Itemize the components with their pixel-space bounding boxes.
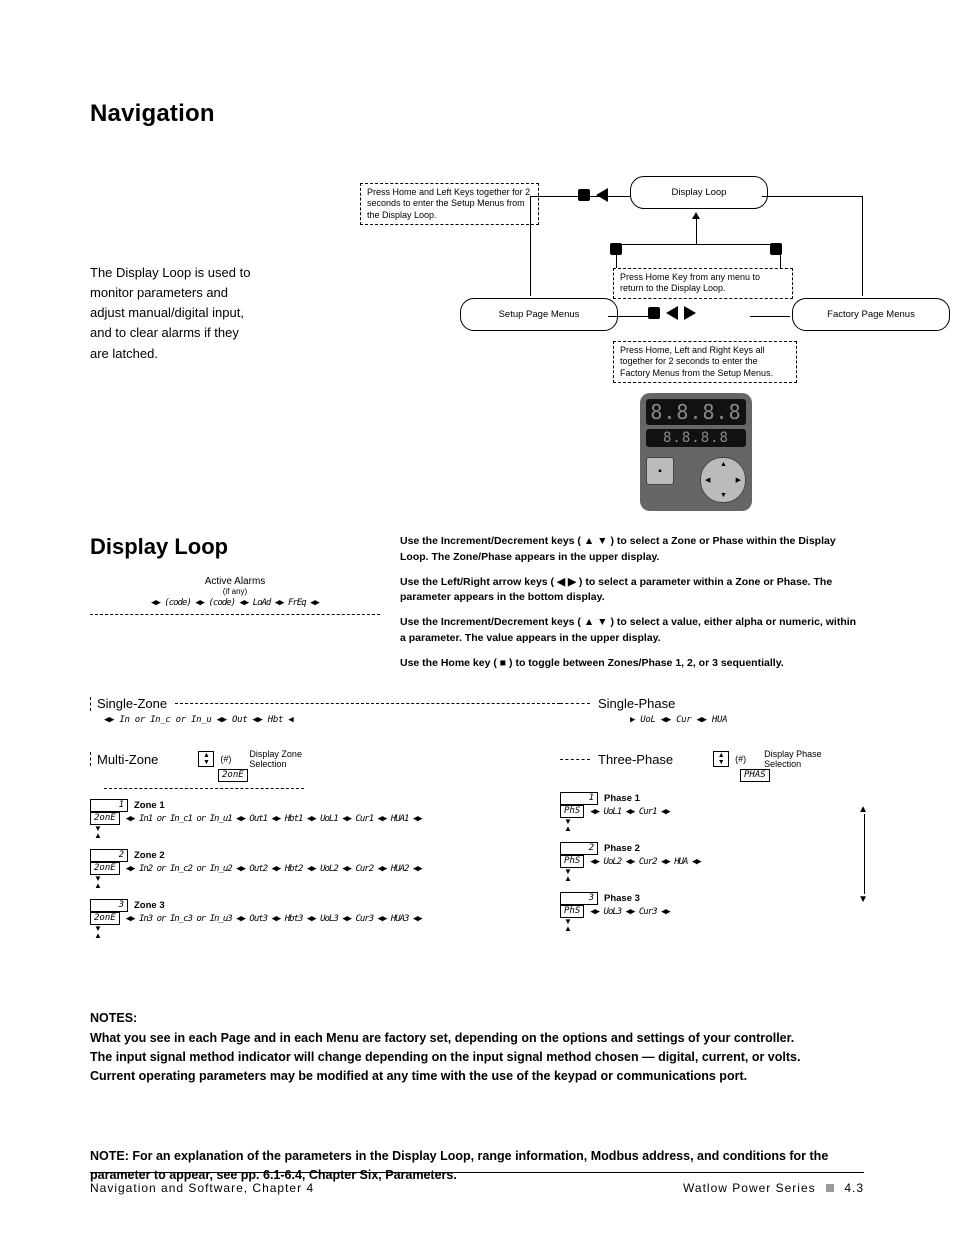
note-box-1: Press Home and Left Keys together for 2 … xyxy=(360,183,539,225)
heading-navigation: Navigation xyxy=(90,100,864,128)
zone-seg: 2onE xyxy=(218,769,248,782)
box-setup: Setup Page Menus xyxy=(460,298,618,331)
label-multi-zone: Multi-Zone xyxy=(97,752,158,767)
intro-text: The Display Loop is used to monitor para… xyxy=(90,263,260,518)
device-dpad: ▲ ▼ ◀ ▶ xyxy=(700,457,746,503)
device-upper-display: 8.8.8.8 xyxy=(646,399,746,425)
phase-row-1: 1Phase 1PhS◀▶ UoL1 ◀▶ Cur1 ◀▶▼▲ xyxy=(560,792,864,832)
updown-icon: ▼▲ xyxy=(94,825,560,839)
device-illustration: 8.8.8.8 8.8.8.8 ▪ ▲ ▼ ◀ ▶ xyxy=(640,393,752,511)
row-label: Phase 1 xyxy=(604,793,640,804)
footer-page: 4.3 xyxy=(844,1181,864,1195)
note-box-3: Press Home, Left and Right Keys all toge… xyxy=(613,341,797,383)
down-arrow-icon: ▼ xyxy=(858,894,868,905)
row-label: Zone 2 xyxy=(134,850,165,861)
updown-icon: ▼▲ xyxy=(564,918,864,932)
seg-number: 3 xyxy=(90,899,128,912)
row-label: Zone 3 xyxy=(134,900,165,911)
single-zone-params: ◀▶ In or In_c or In_u ◀▶ Out ◀▶ Hbt ◀ xyxy=(104,715,560,725)
param-row: ◀▶ UoL1 ◀▶ Cur1 ◀▶ xyxy=(590,807,670,817)
phase-seg: PHAS xyxy=(740,769,770,782)
label-single-zone: Single-Zone xyxy=(97,696,167,711)
nav-diagram: Press Home and Left Keys together for 2 … xyxy=(260,158,864,518)
instruction-4: Use the Home key ( ■ ) to toggle between… xyxy=(400,656,864,672)
keys-home-left xyxy=(578,188,608,202)
footer-left: Navigation and Software, Chapter 4 xyxy=(90,1181,314,1195)
updown-icon: ▼▲ xyxy=(94,875,560,889)
updown-icon: ▲▼ xyxy=(713,751,729,767)
page: Navigation The Display Loop is used to m… xyxy=(0,0,954,1235)
display-zone-sel: Display Zone Selection xyxy=(249,749,302,769)
row-label: Zone 1 xyxy=(134,800,165,811)
instruction-2: Use the Left/Right arrow keys ( ◀ ▶ ) to… xyxy=(400,575,864,607)
updown-icon: ▼▲ xyxy=(564,818,864,832)
param-row: ◀▶ In1 or In_c1 or In_u1 ◀▶ Out1 ◀▶ Hbt1… xyxy=(126,814,422,824)
instruction-3: Use the Increment/Decrement keys ( ▲ ▼ )… xyxy=(400,615,864,647)
single-phase-params: ▶ UoL ◀▶ Cur ◀▶ HUA xyxy=(630,715,864,725)
active-alarms-block: Active Alarms (if any) ◀▶ (code) ◀▶ (cod… xyxy=(90,576,380,615)
footer: Navigation and Software, Chapter 4 Watlo… xyxy=(90,1172,864,1195)
notes-heading: NOTES: xyxy=(90,1009,864,1028)
phase-row-3: 3Phase 3PhS◀▶ UoL3 ◀▶ Cur3 ◀▶▼▲ xyxy=(560,892,864,932)
device-home-key: ▪ xyxy=(646,457,674,485)
seg-number: 1 xyxy=(90,799,128,812)
zone-row-1: 1Zone 12onE◀▶ In1 or In_c1 or In_u1 ◀▶ O… xyxy=(90,799,560,839)
param-row: ◀▶ UoL2 ◀▶ Cur2 ◀▶ HUA ◀▶ xyxy=(590,857,700,867)
instruction-1: Use the Increment/Decrement keys ( ▲ ▼ )… xyxy=(400,534,864,566)
updown-icon: ▲▼ xyxy=(198,751,214,767)
note-line-1: What you see in each Page and in each Me… xyxy=(90,1029,864,1048)
box-factory: Factory Page Menus xyxy=(792,298,950,331)
label-single-phase: Single-Phase xyxy=(598,696,675,711)
param-row: ◀▶ In3 or In_c3 or In_u3 ◀▶ Out3 ◀▶ Hbt3… xyxy=(126,914,422,924)
row-label: Phase 2 xyxy=(604,843,640,854)
seg-number: 2 xyxy=(90,849,128,862)
active-alarms-row: ◀▶ (code) ◀▶ (code) ◀▶ LoAd ◀▶ FrEq ◀▶ xyxy=(90,598,380,608)
seg-number: 3 xyxy=(560,892,598,905)
zone-row-2: 2Zone 22onE◀▶ In2 or In_c2 or In_u2 ◀▶ O… xyxy=(90,849,560,889)
label-three-phase: Three-Phase xyxy=(598,752,673,767)
note-box-2: Press Home Key from any menu to return t… xyxy=(613,268,793,299)
active-alarms-sub: (if any) xyxy=(90,587,380,596)
footer-right: Watlow Power Series xyxy=(683,1181,816,1195)
param-row: ◀▶ UoL3 ◀▶ Cur3 ◀▶ xyxy=(590,907,670,917)
row-label: Phase 3 xyxy=(604,893,640,904)
display-loop-section: Display Loop Active Alarms (if any) ◀▶ (… xyxy=(90,534,864,680)
zone-row-3: 3Zone 32onE◀▶ In3 or In_c3 or In_u3 ◀▶ O… xyxy=(90,899,560,939)
param-row: ◀▶ In2 or In_c2 or In_u2 ◀▶ Out2 ◀▶ Hbt2… xyxy=(126,864,422,874)
box-display-loop: Display Loop xyxy=(630,176,768,209)
seg-number: 2 xyxy=(560,842,598,855)
active-alarms-title: Active Alarms xyxy=(90,576,380,587)
top-block: The Display Loop is used to monitor para… xyxy=(90,158,864,518)
phase-row-2: 2Phase 2PhS◀▶ UoL2 ◀▶ Cur2 ◀▶ HUA ◀▶▼▲ xyxy=(560,842,864,882)
keys-home-lr xyxy=(648,306,696,320)
seg-number: 1 xyxy=(560,792,598,805)
updown-icon: ▼▲ xyxy=(564,868,864,882)
updown-icon: ▼▲ xyxy=(94,925,560,939)
instructions: Use the Increment/Decrement keys ( ▲ ▼ )… xyxy=(400,534,864,680)
lower-diagram: Single-Zone ◀▶ In or In_c or In_u ◀▶ Out… xyxy=(90,694,864,939)
note-line-2: The input signal method indicator will c… xyxy=(90,1048,864,1067)
footer-box-icon xyxy=(826,1184,834,1192)
heading-display-loop: Display Loop xyxy=(90,534,380,560)
note-line-3: Current operating parameters may be modi… xyxy=(90,1067,864,1086)
notes-block: NOTES: What you see in each Page and in … xyxy=(90,1009,864,1087)
device-lower-display: 8.8.8.8 xyxy=(646,429,746,447)
display-phase-sel: Display Phase Selection xyxy=(764,749,822,769)
